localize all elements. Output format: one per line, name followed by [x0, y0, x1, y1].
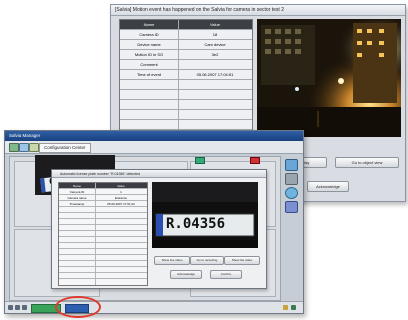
alarm-window-title: [Salvia] Motion event has happened on th…	[111, 5, 405, 16]
table-header: Name Value	[120, 20, 252, 30]
table-row	[120, 80, 252, 90]
status-icon	[22, 305, 27, 310]
row-value	[178, 110, 252, 120]
row-value: Cam device	[204, 42, 226, 47]
column-header-name: Name	[120, 20, 179, 30]
users-icon[interactable]	[285, 201, 298, 213]
alert-marker-icon	[250, 157, 260, 164]
status-icon	[8, 305, 13, 310]
row-name	[120, 80, 179, 90]
status-bar	[5, 301, 303, 313]
warning-icon	[283, 305, 288, 310]
night-street-scene	[257, 19, 401, 137]
monitor-icon[interactable]	[285, 159, 298, 171]
table-row: Camera ID 18	[120, 30, 252, 40]
event-details-table: Name Value Camera ID 18 Device name Cam de…	[119, 19, 253, 140]
camera-icon[interactable]	[19, 143, 29, 152]
table-row	[59, 279, 147, 285]
row-name: Motion ID in SO	[120, 50, 179, 60]
manager-window: Salvia Manager Configuration Center 6 Au…	[4, 130, 304, 314]
license-plate-image[interactable]: R.04356	[152, 182, 258, 248]
highlight-circle-annotation	[55, 296, 101, 318]
row-name: Time of event	[120, 70, 179, 80]
home-icon[interactable]	[9, 143, 19, 152]
dialog-title: Automatic license plate number "R.04356"…	[52, 170, 266, 178]
confirm-button[interactable]: Confirm	[210, 270, 242, 279]
manager-window-title: Salvia Manager	[5, 131, 303, 141]
row-name: Comment	[120, 60, 179, 70]
settings-icon[interactable]	[29, 143, 39, 152]
connection-icon	[291, 305, 296, 310]
row-value	[178, 120, 252, 130]
show-video-button[interactable]: Show the video	[224, 256, 260, 265]
row-value	[178, 90, 252, 100]
table-row	[120, 100, 252, 110]
row-name	[120, 90, 179, 100]
go-to-object-view-button[interactable]: Go to object view	[335, 157, 399, 168]
acknowledge-button[interactable]: Acknowledge	[307, 181, 349, 192]
plate-detection-dialog: Automatic license plate number "R.04356"…	[51, 169, 267, 289]
row-name	[120, 100, 179, 110]
toolbar: Configuration Center	[5, 141, 303, 154]
row-name: Camera ID	[120, 30, 179, 40]
side-toolbar	[283, 159, 299, 229]
row-value: 3e2	[211, 52, 219, 57]
show-live-video-button[interactable]: Show live video	[154, 256, 190, 265]
plate-photo	[152, 182, 258, 248]
row-name	[120, 120, 179, 130]
camera-snapshot-image[interactable]	[257, 19, 401, 137]
tab-configuration-center[interactable]: Configuration Center	[39, 143, 91, 153]
row-name: Device name	[120, 40, 179, 50]
status-icon	[15, 305, 20, 310]
table-row: Time of event 05.06.2007 17:04:51	[120, 70, 252, 80]
row-value: 05.06.2007 17:04:51	[196, 72, 234, 77]
go-to-recording-button[interactable]: Go to recording	[190, 256, 224, 265]
plate-number-text: R.04356	[166, 216, 226, 232]
row-value	[178, 60, 252, 70]
table-row	[120, 90, 252, 100]
tools-icon[interactable]	[285, 173, 298, 185]
table-row	[120, 110, 252, 120]
row-value	[178, 100, 252, 110]
table-row: Comment	[120, 60, 252, 70]
table-row: Device name Cam device	[120, 40, 252, 50]
globe-icon[interactable]	[285, 187, 298, 199]
row-value	[178, 80, 252, 90]
row-value: 18	[212, 32, 218, 37]
row-name	[59, 279, 96, 285]
row-name	[120, 110, 179, 120]
acknowledge-button[interactable]: Acknowledge	[170, 270, 202, 279]
row-value	[95, 279, 147, 285]
detection-details-table: Name Value Camera ID 1 Camera name Entranc…	[58, 182, 148, 286]
status-marker-icon	[195, 157, 205, 164]
table-row: Motion ID in SO 3e2	[120, 50, 252, 60]
table-row	[120, 120, 252, 130]
column-header-value: Value	[210, 22, 220, 27]
